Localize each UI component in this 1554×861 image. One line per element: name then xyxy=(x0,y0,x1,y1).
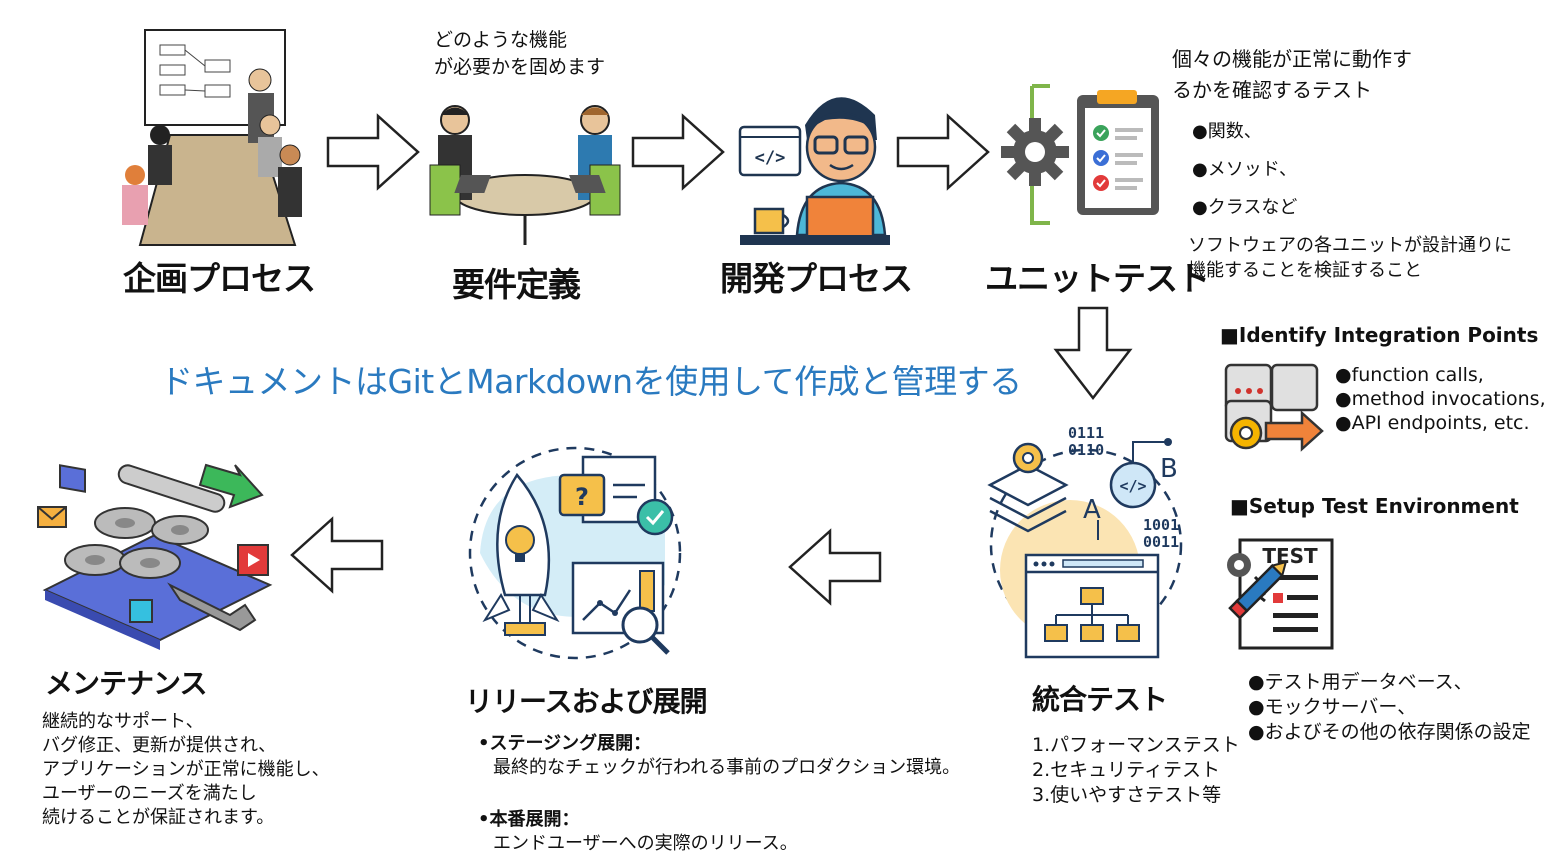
unit-test-title: ユニットテスト xyxy=(985,259,1210,298)
release-illustration: ? xyxy=(465,445,690,665)
arrow-planning-to-requirements xyxy=(326,113,420,191)
release-staging-label: •ステージング展開： xyxy=(478,733,652,754)
arrow-development-to-unittest xyxy=(896,113,990,191)
unit-test-bullet-1: ●関数、 xyxy=(1192,121,1262,142)
maintenance-desc-line4: ユーザーのニーズを満たし xyxy=(42,783,257,804)
svg-text:0110: 0110 xyxy=(1068,441,1104,459)
puzzle-icon xyxy=(1222,355,1327,455)
test-environment-item-1: ●テスト用データベース、 xyxy=(1248,671,1473,693)
requirements-illustration xyxy=(420,95,630,255)
unit-test-note-line1: ソフトウェアの各ユニットが設計通りに xyxy=(1188,235,1512,256)
documentation-headline: ドキュメントはGitとMarkdownを使用して作成と管理する xyxy=(160,362,1022,401)
development-title: 開発プロセス xyxy=(720,259,913,298)
unit-test-note-line2: 機能することを検証すること xyxy=(1188,260,1422,281)
unit-test-caption-line2: るかを確認するテスト xyxy=(1172,78,1372,102)
integration-point-3: ●API endpoints, etc. xyxy=(1335,412,1530,434)
dev-code-icon-text: </> xyxy=(755,148,786,168)
integration-test-illustration: 0111 0110 1001 0011 </> A B xyxy=(978,420,1193,665)
svg-text:0111: 0111 xyxy=(1068,424,1104,442)
requirements-caption-line1: どのような機能 xyxy=(434,29,568,51)
unit-test-illustration xyxy=(995,80,1165,230)
svg-text:1001: 1001 xyxy=(1143,516,1179,534)
svg-text:?: ? xyxy=(575,483,589,511)
maintenance-desc-line5: 続けることが保証されます。 xyxy=(42,807,275,828)
maintenance-desc-line2: バグ修正、更新が提供され、 xyxy=(42,735,277,756)
integration-test-title: 統合テスト xyxy=(1032,683,1168,716)
maintenance-illustration xyxy=(30,455,280,650)
svg-text:0011: 0011 xyxy=(1143,533,1179,551)
integration-test-item-1: 1.パフォーマンステスト xyxy=(1032,734,1240,756)
test-environment-item-3: ●およびその他の依存関係の設定 xyxy=(1248,721,1531,743)
svg-text:B: B xyxy=(1160,454,1178,484)
test-environment-heading: ■Setup Test Environment xyxy=(1230,494,1519,518)
requirements-title: 要件定義 xyxy=(452,265,581,304)
integration-test-item-3: 3.使いやすさテスト等 xyxy=(1032,784,1222,806)
maintenance-title: メンテナンス xyxy=(45,667,207,700)
maintenance-desc-line3: アプリケーションが正常に機能し、 xyxy=(42,759,330,780)
requirements-caption-line2: が必要かを固めます xyxy=(434,56,606,78)
integration-points-heading: ■Identify Integration Points xyxy=(1220,323,1539,347)
arrow-release-to-maintenance xyxy=(290,516,384,594)
release-title: リリースおよび展開 xyxy=(465,685,708,718)
integration-point-1: ●function calls, xyxy=(1335,364,1484,386)
svg-text:</>: </> xyxy=(1119,477,1146,495)
release-staging-desc: 最終的なチェックが行われる事前のプロダクション環境。 xyxy=(493,757,961,778)
arrow-integration-to-release xyxy=(788,528,882,606)
test-document-icon: TEST xyxy=(1225,535,1340,650)
test-document-label: TEST xyxy=(1262,544,1318,568)
maintenance-desc-line1: 継続的なサポート、 xyxy=(42,711,204,732)
unit-test-bullet-2: ●メソッド、 xyxy=(1192,159,1297,180)
integration-test-item-2: 2.セキュリティテスト xyxy=(1032,759,1220,781)
development-illustration: </> xyxy=(735,75,895,250)
unit-test-bullet-3: ●クラスなど xyxy=(1192,197,1298,218)
test-environment-item-2: ●モックサーバー、 xyxy=(1248,696,1417,718)
arrow-requirements-to-development xyxy=(631,113,725,191)
planning-title: 企画プロセス xyxy=(123,259,316,298)
planning-illustration xyxy=(100,25,315,255)
release-production-label: •本番展開： xyxy=(478,809,580,830)
release-production-desc: エンドユーザーへの実際のリリース。 xyxy=(493,833,798,854)
arrow-unittest-to-integration xyxy=(1053,306,1133,401)
integration-point-2: ●method invocations, xyxy=(1335,388,1546,410)
unit-test-caption-line1: 個々の機能が正常に動作す xyxy=(1172,47,1412,71)
